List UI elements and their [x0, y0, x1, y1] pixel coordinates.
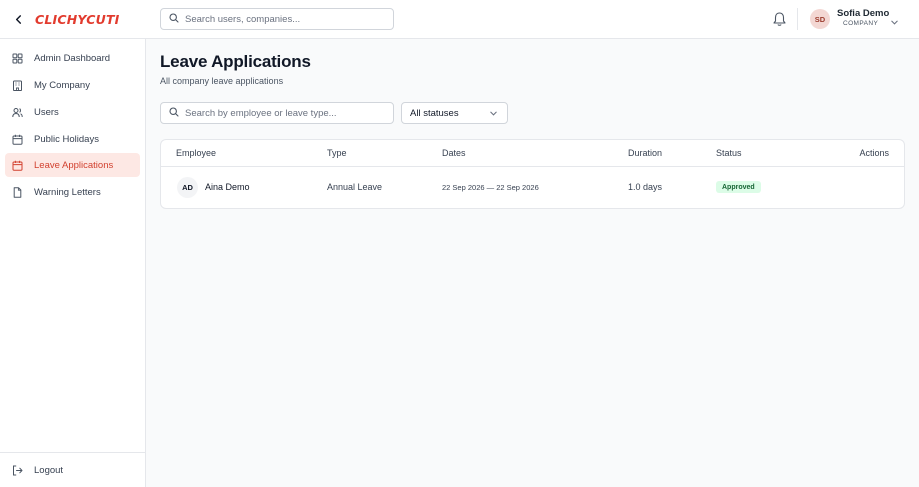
top-bar: CLICHYCUTI SD Sofia Demo COMPANY — [0, 0, 919, 39]
sidebar: Admin Dashboard My Company Users Public … — [0, 39, 146, 487]
sidebar-item-users[interactable]: Users — [5, 100, 140, 124]
avatar: AD — [177, 177, 198, 198]
leave-applications-table: Employee Type Dates Duration Status Acti… — [160, 139, 905, 209]
user-role: COMPANY — [843, 20, 879, 27]
logout-label: Logout — [34, 464, 64, 476]
employee-name: Aina Demo — [205, 182, 250, 192]
page-title: Leave Applications — [160, 52, 311, 71]
status-filter-select[interactable]: All statuses — [401, 102, 508, 124]
column-header-employee: Employee — [176, 148, 217, 158]
document-icon — [12, 186, 23, 198]
sidebar-item-label: Leave Applications — [34, 159, 114, 171]
chevron-down-icon[interactable] — [890, 14, 900, 25]
sidebar-item-warning-letters[interactable]: Warning Letters — [5, 180, 140, 204]
sidebar-item-my-company[interactable]: My Company — [5, 73, 140, 97]
sidebar-item-label: My Company — [34, 79, 90, 91]
search-icon — [169, 10, 179, 28]
column-header-duration: Duration — [628, 148, 663, 158]
sidebar-item-label: Users — [34, 106, 59, 118]
users-icon — [12, 107, 23, 118]
back-icon[interactable] — [10, 11, 27, 28]
leave-duration: 1.0 days — [628, 182, 663, 192]
leave-search-input[interactable] — [185, 107, 393, 119]
global-search-input[interactable] — [185, 13, 393, 25]
user-name[interactable]: Sofia Demo — [837, 8, 889, 19]
leave-search[interactable] — [160, 102, 394, 124]
status-badge: Approved — [716, 181, 761, 193]
sidebar-item-label: Admin Dashboard — [34, 52, 111, 64]
global-search[interactable] — [160, 8, 394, 30]
calendar-icon — [12, 160, 23, 171]
column-header-actions: Actions — [859, 148, 889, 158]
search-icon — [169, 104, 179, 122]
logout-button[interactable]: Logout — [5, 458, 140, 482]
column-header-dates: Dates — [442, 148, 466, 158]
calendar-icon — [12, 134, 23, 145]
notification-bell-icon[interactable] — [772, 11, 787, 27]
dashboard-icon — [12, 53, 23, 64]
leave-type: Annual Leave — [327, 182, 383, 192]
column-header-type: Type — [327, 148, 347, 158]
table-header: Employee Type Dates Duration Status Acti… — [161, 140, 904, 167]
user-avatar[interactable]: SD — [810, 9, 830, 29]
page-subtitle: All company leave applications — [160, 76, 284, 86]
leave-dates: 22 Sep 2026 — 22 Sep 2026 — [442, 183, 539, 192]
header-divider — [797, 8, 798, 30]
logout-icon — [12, 465, 23, 476]
building-icon — [12, 80, 23, 91]
sidebar-item-label: Warning Letters — [34, 186, 101, 198]
sidebar-divider — [0, 452, 145, 453]
column-header-status: Status — [716, 148, 742, 158]
sidebar-item-public-holidays[interactable]: Public Holidays — [5, 127, 140, 151]
logo[interactable]: CLICHYCUTI — [35, 11, 120, 27]
sidebar-item-admin-dashboard[interactable]: Admin Dashboard — [5, 46, 140, 70]
status-filter-value: All statuses — [410, 107, 459, 119]
sidebar-item-leave-applications[interactable]: Leave Applications — [5, 153, 140, 177]
sidebar-item-label: Public Holidays — [34, 133, 99, 145]
chevron-down-icon — [489, 109, 498, 118]
